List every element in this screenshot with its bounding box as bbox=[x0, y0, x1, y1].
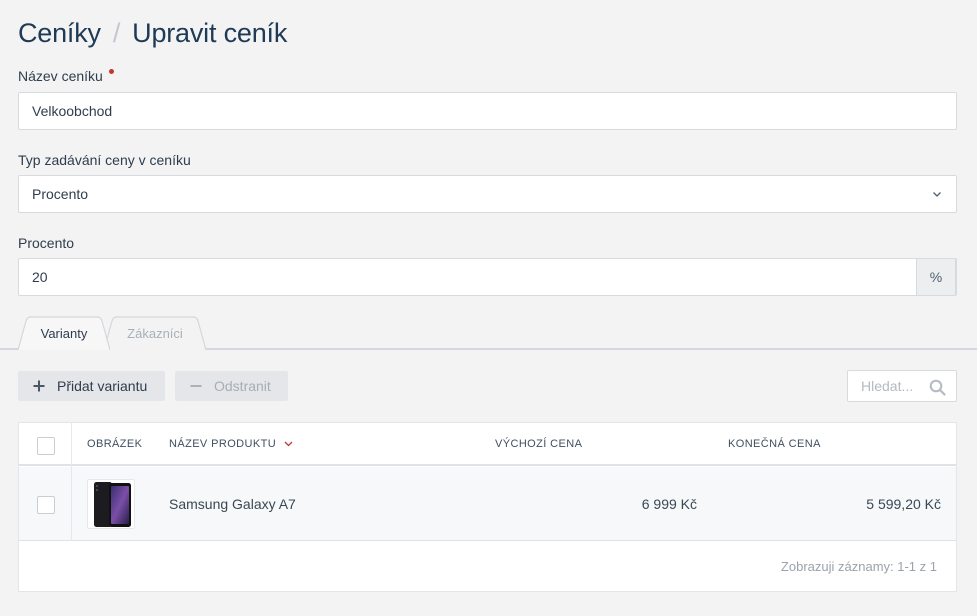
tab-customers-label: Zákazníci bbox=[127, 325, 183, 341]
default-price-cell: 6 999 Kč bbox=[641, 496, 697, 512]
column-header-image: Obrázek bbox=[87, 438, 143, 450]
table-footer: Zobrazuji záznamy: 1-1 z 1 bbox=[780, 558, 937, 574]
column-header-product-name[interactable]: Název produktu bbox=[169, 423, 293, 465]
sort-desc-icon bbox=[284, 441, 293, 447]
tab-customers[interactable]: Zákazníci bbox=[104, 316, 206, 350]
breadcrumb: Ceníky / Upravit ceník bbox=[18, 15, 287, 51]
column-header-product-name-text: Název produktu bbox=[169, 438, 277, 450]
add-variant-label: Přidat variantu bbox=[57, 378, 148, 394]
price-type-value: Procento bbox=[32, 186, 89, 202]
percent-input[interactable] bbox=[32, 259, 892, 295]
add-variant-button[interactable]: Přidat variantu bbox=[18, 371, 165, 401]
phone-image-icon bbox=[94, 482, 131, 527]
page-title: Upravit ceník bbox=[132, 17, 288, 48]
price-type-label: Typ zadávání ceny v ceníku bbox=[18, 152, 191, 168]
percent-addon: % bbox=[916, 258, 956, 296]
product-name-cell[interactable]: Samsung Galaxy A7 bbox=[169, 467, 296, 541]
percent-label: Procento bbox=[18, 235, 75, 251]
search-input[interactable] bbox=[861, 378, 931, 394]
remove-button[interactable]: Odstranit bbox=[175, 371, 288, 401]
table-row[interactable]: Samsung Galaxy A7 6 999 Kč 5 599,20 Kč bbox=[19, 467, 956, 541]
required-indicator bbox=[108, 69, 114, 74]
name-label: Název ceníku bbox=[18, 68, 114, 84]
breadcrumb-parent-link[interactable]: Ceníky bbox=[18, 18, 101, 49]
checkbox-column-divider bbox=[71, 423, 72, 541]
edit-pricelist-page: Ceníky / Upravit ceník Název ceníku Typ … bbox=[0, 0, 977, 616]
name-input[interactable] bbox=[32, 93, 956, 129]
search-icon[interactable] bbox=[929, 379, 946, 396]
column-header-default-price: Výchozí cena bbox=[495, 438, 583, 450]
product-thumbnail bbox=[87, 479, 135, 529]
row-checkbox[interactable] bbox=[37, 496, 55, 514]
minus-icon bbox=[190, 385, 202, 387]
final-price-cell: 5 599,20 Kč bbox=[866, 496, 941, 512]
tab-variants-label: Varianty bbox=[40, 325, 88, 341]
name-field-wrapper bbox=[18, 92, 957, 130]
variants-table: Obrázek Název produktu Výchozí cena Kone… bbox=[18, 422, 957, 592]
plus-icon bbox=[33, 380, 45, 392]
select-all-checkbox[interactable] bbox=[37, 437, 55, 455]
breadcrumb-separator: / bbox=[112, 17, 121, 48]
column-header-final-price: Konečná cena bbox=[728, 438, 821, 450]
tab-variants[interactable]: Varianty bbox=[18, 316, 110, 350]
remove-label: Odstranit bbox=[214, 378, 271, 394]
table-header: Obrázek Název produktu Výchozí cena Kone… bbox=[19, 423, 956, 466]
chevron-down-icon bbox=[933, 192, 941, 197]
percent-field-wrapper: % bbox=[18, 258, 957, 296]
price-type-select[interactable]: Procento bbox=[18, 175, 957, 213]
name-label-text: Název ceníku bbox=[18, 68, 103, 84]
search-box bbox=[847, 370, 957, 402]
